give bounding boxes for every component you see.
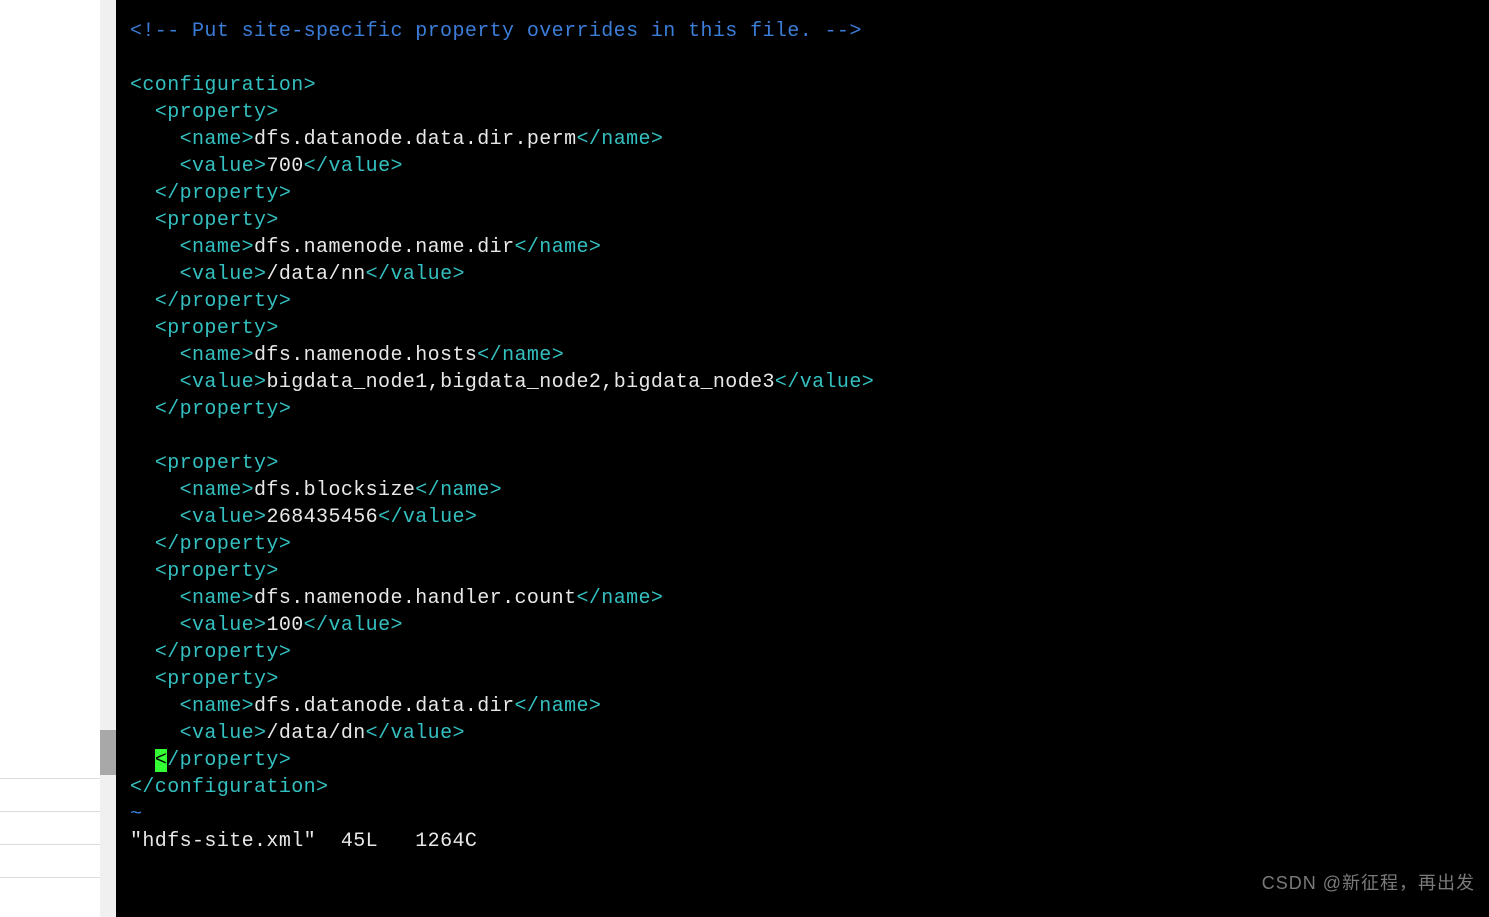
property-open-tag: <property> xyxy=(155,668,279,691)
value-open-tag: <value> xyxy=(180,371,267,394)
prop-value-2: bigdata_node1,bigdata_node2,bigdata_node… xyxy=(266,371,774,394)
name-open-tag: <name> xyxy=(180,128,254,151)
value-open-tag: <value> xyxy=(180,155,267,178)
terminal-editor[interactable]: <!-- Put site-specific property override… xyxy=(116,0,1489,917)
prop-value-3: 268435456 xyxy=(266,506,378,529)
value-close-tag: </value> xyxy=(366,263,465,286)
configuration-close-tag: </configuration> xyxy=(130,776,328,799)
configuration-open-tag: <configuration> xyxy=(130,74,316,97)
name-open-tag: <name> xyxy=(180,344,254,367)
prop-name-5: dfs.datanode.data.dir xyxy=(254,695,514,718)
value-close-tag: </value> xyxy=(304,614,403,637)
property-close-tag: </property> xyxy=(155,398,291,421)
property-open-tag: <property> xyxy=(155,209,279,232)
watermark: CSDN @新征程，再出发 xyxy=(1262,869,1475,895)
name-open-tag: <name> xyxy=(180,587,254,610)
name-close-tag: </name> xyxy=(514,236,601,259)
tilde-line: ~ xyxy=(130,803,142,826)
value-open-tag: <value> xyxy=(180,722,267,745)
scrollbar-thumb[interactable] xyxy=(100,730,116,775)
property-open-tag: <property> xyxy=(155,101,279,124)
name-close-tag: </name> xyxy=(514,695,601,718)
prop-name-0: dfs.datanode.data.dir.perm xyxy=(254,128,576,151)
property-close-tag: </property> xyxy=(155,290,291,313)
prop-value-1: /data/nn xyxy=(266,263,365,286)
property-open-tag: <property> xyxy=(155,452,279,475)
prop-value-5: /data/dn xyxy=(266,722,365,745)
name-close-tag: </name> xyxy=(576,587,663,610)
prop-value-0: 700 xyxy=(266,155,303,178)
name-open-tag: <name> xyxy=(180,236,254,259)
prop-name-2: dfs.namenode.hosts xyxy=(254,344,477,367)
property-open-tag: <property> xyxy=(155,560,279,583)
value-close-tag: </value> xyxy=(378,506,477,529)
prop-name-1: dfs.namenode.name.dir xyxy=(254,236,514,259)
property-close-tag: </property> xyxy=(155,533,291,556)
prop-name-3: dfs.blocksize xyxy=(254,479,415,502)
name-close-tag: </name> xyxy=(415,479,502,502)
cursor: < xyxy=(155,749,167,772)
left-ruled-lines xyxy=(0,746,100,886)
value-open-tag: <value> xyxy=(180,263,267,286)
property-close-tag: </property> xyxy=(155,182,291,205)
value-open-tag: <value> xyxy=(180,506,267,529)
name-open-tag: <name> xyxy=(180,479,254,502)
property-open-tag: <property> xyxy=(155,317,279,340)
name-close-tag: </name> xyxy=(477,344,564,367)
name-close-tag: </name> xyxy=(576,128,663,151)
scrollbar-track[interactable] xyxy=(100,0,116,917)
value-close-tag: </value> xyxy=(366,722,465,745)
value-close-tag: </value> xyxy=(775,371,874,394)
name-open-tag: <name> xyxy=(180,695,254,718)
xml-comment: <!-- Put site-specific property override… xyxy=(130,20,862,43)
property-close-rest: /property> xyxy=(167,749,291,772)
prop-value-4: 100 xyxy=(266,614,303,637)
value-close-tag: </value> xyxy=(304,155,403,178)
value-open-tag: <value> xyxy=(180,614,267,637)
status-line: "hdfs-site.xml" 45L 1264C xyxy=(130,830,477,853)
prop-name-4: dfs.namenode.handler.count xyxy=(254,587,576,610)
property-close-tag: </property> xyxy=(155,641,291,664)
